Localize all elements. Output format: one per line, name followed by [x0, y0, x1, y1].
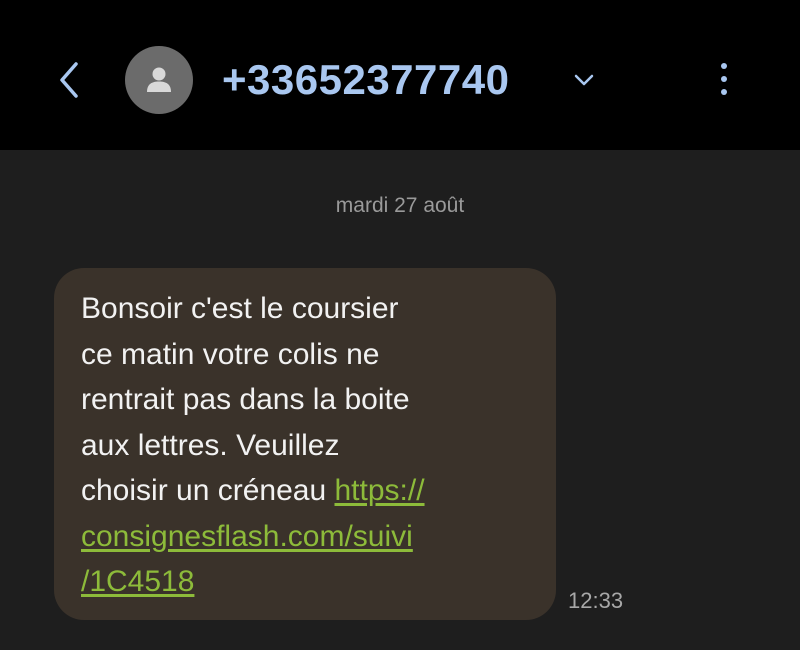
message-line: Bonsoir c'est le coursier — [81, 292, 399, 325]
link-segment[interactable]: https:// — [334, 474, 424, 507]
message-bubble[interactable]: Bonsoir c'est le coursier ce matin votre … — [54, 268, 556, 620]
more-options-button[interactable] — [706, 58, 742, 102]
contact-number[interactable]: +33652377740 — [222, 50, 509, 110]
app-header: +33652377740 — [0, 0, 800, 150]
back-button[interactable] — [50, 58, 90, 102]
conversation-view[interactable]: mardi 27 août Bonsoir c'est le coursier c… — [0, 150, 800, 650]
link-segment[interactable]: consignesflash.com/suivi — [81, 520, 413, 553]
chevron-down-icon — [574, 74, 594, 86]
message-line: choisir un créneau — [81, 474, 335, 507]
contact-avatar[interactable] — [125, 46, 193, 114]
message-line: rentrait pas dans la boite — [81, 383, 410, 416]
message-timestamp: 12:33 — [568, 588, 624, 613]
date-divider: mardi 27 août — [335, 194, 465, 217]
more-vertical-icon — [721, 63, 727, 95]
message-line: ce matin votre colis ne — [81, 337, 380, 371]
person-icon — [147, 67, 171, 92]
expand-contact-button[interactable] — [570, 68, 598, 92]
message-line: aux lettres. Veuillez — [81, 428, 340, 462]
chevron-left-icon — [60, 62, 78, 98]
message-text: Bonsoir c'est le coursier ce matin votre … — [81, 286, 536, 605]
link-segment[interactable]: /1C4518 — [81, 565, 194, 598]
